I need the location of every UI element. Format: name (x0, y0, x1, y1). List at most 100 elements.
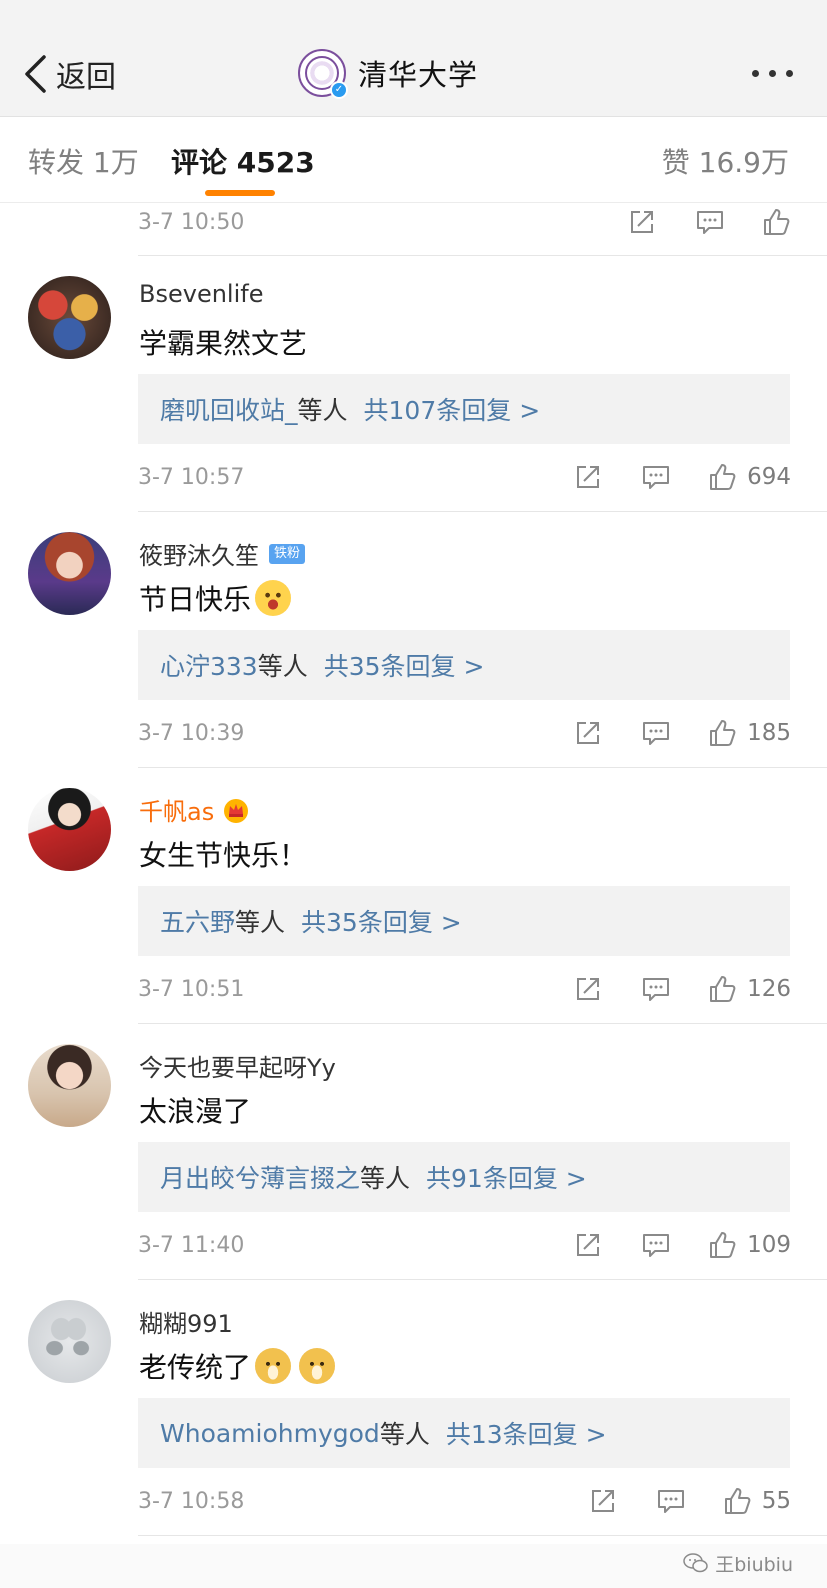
divider (138, 511, 827, 512)
laughing-tears-emoji-icon (255, 580, 292, 616)
share-button[interactable] (573, 974, 603, 1004)
thumbs-up-icon (764, 209, 790, 235)
tab-likes[interactable]: 赞 16.9万 (662, 141, 789, 181)
comment-username[interactable]: 千帆as (139, 792, 250, 827)
reply-etc: 等人 (257, 652, 308, 681)
reply-users: 心泞333 (160, 652, 258, 681)
account-title[interactable]: ✓ 清华大学 (298, 48, 479, 99)
comment-time: 3-7 10:39 (138, 720, 245, 746)
thumbs-up-icon (710, 976, 736, 1002)
post-tabs: 转发 1万 评论 4523 赞 16.9万 (0, 117, 827, 203)
more-options-button[interactable] (752, 60, 793, 86)
doge-emoji-icon (299, 1348, 336, 1384)
replies-summary[interactable]: 月出皎兮薄言掇之 等人 共91条回复 > (138, 1142, 790, 1212)
comment-text-body: 老传统了 (139, 1351, 252, 1384)
comment-time: 3-7 11:40 (138, 1232, 245, 1258)
comment-username[interactable]: 今天也要早起呀Yy (139, 1048, 336, 1083)
comment-username[interactable]: Bsevenlife (139, 280, 263, 308)
divider (138, 1279, 827, 1280)
share-button[interactable] (588, 1486, 618, 1516)
comment-text: 节日快乐 (139, 578, 292, 618)
divider (138, 255, 827, 256)
share-icon (577, 722, 600, 744)
replies-summary[interactable]: Whoamiohmygod 等人 共13条回复 > (138, 1398, 790, 1468)
reply-total: 共35条回复 > (301, 908, 462, 937)
comment-meta-row: 3-7 10:50 (138, 204, 791, 240)
tab-repost[interactable]: 转发 1万 (28, 141, 139, 181)
wechat-icon (683, 1553, 708, 1573)
like-button[interactable]: 126 (707, 974, 791, 1004)
replies-summary[interactable]: 心泞333 等人 共35条回复 > (138, 630, 790, 700)
comment-button[interactable] (641, 718, 671, 748)
avatar[interactable] (28, 276, 111, 359)
comment-time: 3-7 10:58 (138, 1488, 245, 1514)
comment-button[interactable] (641, 974, 671, 1004)
reply-etc: 等人 (235, 908, 286, 937)
watermark: 王biubiu (683, 1548, 793, 1578)
comment-meta-row: 3-7 10:57 694 (138, 459, 791, 495)
thumbs-up-icon (710, 464, 736, 490)
replies-summary[interactable]: 五六野 等人 共35条回复 > (138, 886, 790, 956)
avatar[interactable] (28, 532, 111, 615)
reply-etc: 等人 (297, 396, 348, 425)
share-button[interactable] (627, 207, 657, 237)
fan-badge: 铁粉 (269, 543, 306, 564)
like-button[interactable]: 109 (707, 1230, 791, 1260)
comment-text: 女生节快乐！ (139, 839, 308, 872)
share-button[interactable] (573, 462, 603, 492)
back-button[interactable]: 返回 (22, 52, 116, 96)
comment-button[interactable] (656, 1486, 686, 1516)
comment-icon (643, 722, 670, 745)
page-title: 清华大学 (358, 58, 479, 92)
share-icon (577, 1234, 600, 1256)
like-button[interactable]: 55 (722, 1486, 791, 1516)
reply-total: 共91条回复 > (426, 1164, 587, 1193)
avatar[interactable] (28, 788, 111, 871)
comment-text: 太浪漫了 (139, 1095, 252, 1128)
tab-comments[interactable]: 评论 4523 (171, 141, 315, 181)
like-count: 55 (761, 1488, 791, 1514)
comment-username[interactable]: 筱野沐久笙 铁粉 (139, 536, 306, 571)
thumbs-up-icon (724, 1488, 751, 1514)
comment-icon (697, 211, 723, 234)
university-logo: ✓ (298, 49, 348, 99)
comment-icon (643, 978, 670, 1001)
reply-users: 月出皎兮薄言掇之 (160, 1164, 361, 1193)
avatar[interactable] (28, 1044, 111, 1127)
reply-users: 五六野 (160, 908, 236, 937)
chevron-left-icon (25, 55, 46, 93)
like-count: 109 (747, 1232, 791, 1258)
comment-meta-row: 3-7 10:39 185 (138, 715, 791, 751)
reply-total: 共35条回复 > (323, 652, 485, 681)
share-icon (591, 1490, 614, 1512)
share-icon (631, 211, 653, 233)
replies-summary[interactable]: 磨叽回收站_ 等人 共107条回复 > (138, 374, 790, 444)
like-button[interactable] (761, 207, 791, 237)
reply-users: 磨叽回收站_ (160, 396, 298, 425)
like-button[interactable]: 185 (707, 718, 791, 748)
comment-button[interactable] (695, 207, 725, 237)
comment-button[interactable] (641, 1230, 671, 1260)
like-count: 694 (747, 464, 791, 490)
avatar[interactable] (28, 1300, 111, 1383)
comment-time: 3-7 10:50 (138, 209, 245, 235)
divider (138, 1023, 827, 1024)
share-button[interactable] (573, 718, 603, 748)
comment-list: 3-7 10:50 Bsevenlife 学霸果然文艺 磨叽回收站_ 等人 共107… (0, 204, 827, 1544)
ellipsis-icon (752, 69, 759, 77)
crown-icon (224, 798, 249, 823)
comment-icon (643, 466, 670, 489)
comment-meta-row: 3-7 10:58 55 (138, 1483, 791, 1519)
like-button[interactable]: 694 (707, 462, 791, 492)
share-button[interactable] (573, 1230, 603, 1260)
comment-text: 老传统了 (139, 1346, 336, 1386)
like-count: 126 (747, 976, 791, 1002)
comment-meta-row: 3-7 11:40 109 (138, 1227, 791, 1263)
doge-emoji-icon (255, 1348, 292, 1384)
reply-total: 共13条回复 > (445, 1420, 607, 1449)
back-label: 返回 (56, 60, 116, 95)
comment-meta-row: 3-7 10:51 126 (138, 971, 791, 1007)
top-nav-bar: 返回 ✓ 清华大学 (0, 0, 827, 117)
comment-username[interactable]: 糊糊991 (139, 1304, 233, 1339)
comment-button[interactable] (641, 462, 671, 492)
